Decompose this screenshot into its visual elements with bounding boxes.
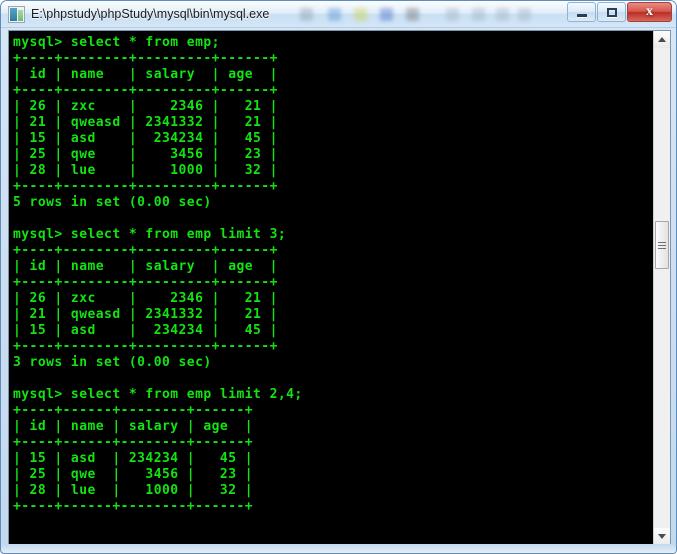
close-glyph: x bbox=[646, 4, 653, 19]
window-bottom-edge bbox=[1, 544, 676, 553]
terminal-output: mysql> select * from emp; +----+--------… bbox=[13, 35, 303, 514]
minimize-icon bbox=[568, 3, 595, 21]
ghost-icon-4 bbox=[380, 8, 393, 21]
ghost-icon-1 bbox=[300, 8, 313, 21]
console-window: E:\phpstudy\phpStudy\mysql\bin\mysql.exe bbox=[0, 0, 677, 554]
app-icon bbox=[8, 6, 25, 23]
terminal-screen[interactable]: mysql> select * from emp; +----+--------… bbox=[9, 31, 654, 545]
ghost-icon-6 bbox=[446, 8, 459, 21]
background-ghost-icons bbox=[296, 3, 546, 27]
ghost-icon-8 bbox=[496, 8, 509, 21]
console-frame: mysql> select * from emp; +----+--------… bbox=[8, 30, 671, 546]
minimize-button[interactable] bbox=[567, 2, 596, 22]
title-bar[interactable]: E:\phpstudy\phpStudy\mysql\bin\mysql.exe bbox=[1, 1, 676, 28]
ghost-icon-9 bbox=[518, 8, 531, 21]
close-button[interactable]: x bbox=[627, 2, 672, 22]
ghost-icon-2 bbox=[328, 8, 341, 21]
scrollbar-grip-icon bbox=[658, 241, 666, 249]
scroll-up-icon[interactable] bbox=[654, 31, 670, 48]
app-icon-right-pane bbox=[18, 10, 23, 21]
maximize-button[interactable] bbox=[597, 2, 626, 22]
ghost-icon-7 bbox=[472, 8, 485, 21]
scroll-down-icon[interactable] bbox=[654, 528, 670, 545]
ghost-icon-5 bbox=[406, 8, 419, 21]
window-title: E:\phpstudy\phpStudy\mysql\bin\mysql.exe bbox=[31, 7, 270, 21]
vertical-scrollbar[interactable] bbox=[653, 31, 670, 545]
maximize-icon bbox=[598, 3, 625, 21]
close-icon: x bbox=[628, 3, 671, 21]
app-icon-left-pane bbox=[10, 8, 17, 21]
scrollbar-thumb[interactable] bbox=[655, 221, 669, 269]
ghost-icon-3 bbox=[354, 8, 367, 21]
